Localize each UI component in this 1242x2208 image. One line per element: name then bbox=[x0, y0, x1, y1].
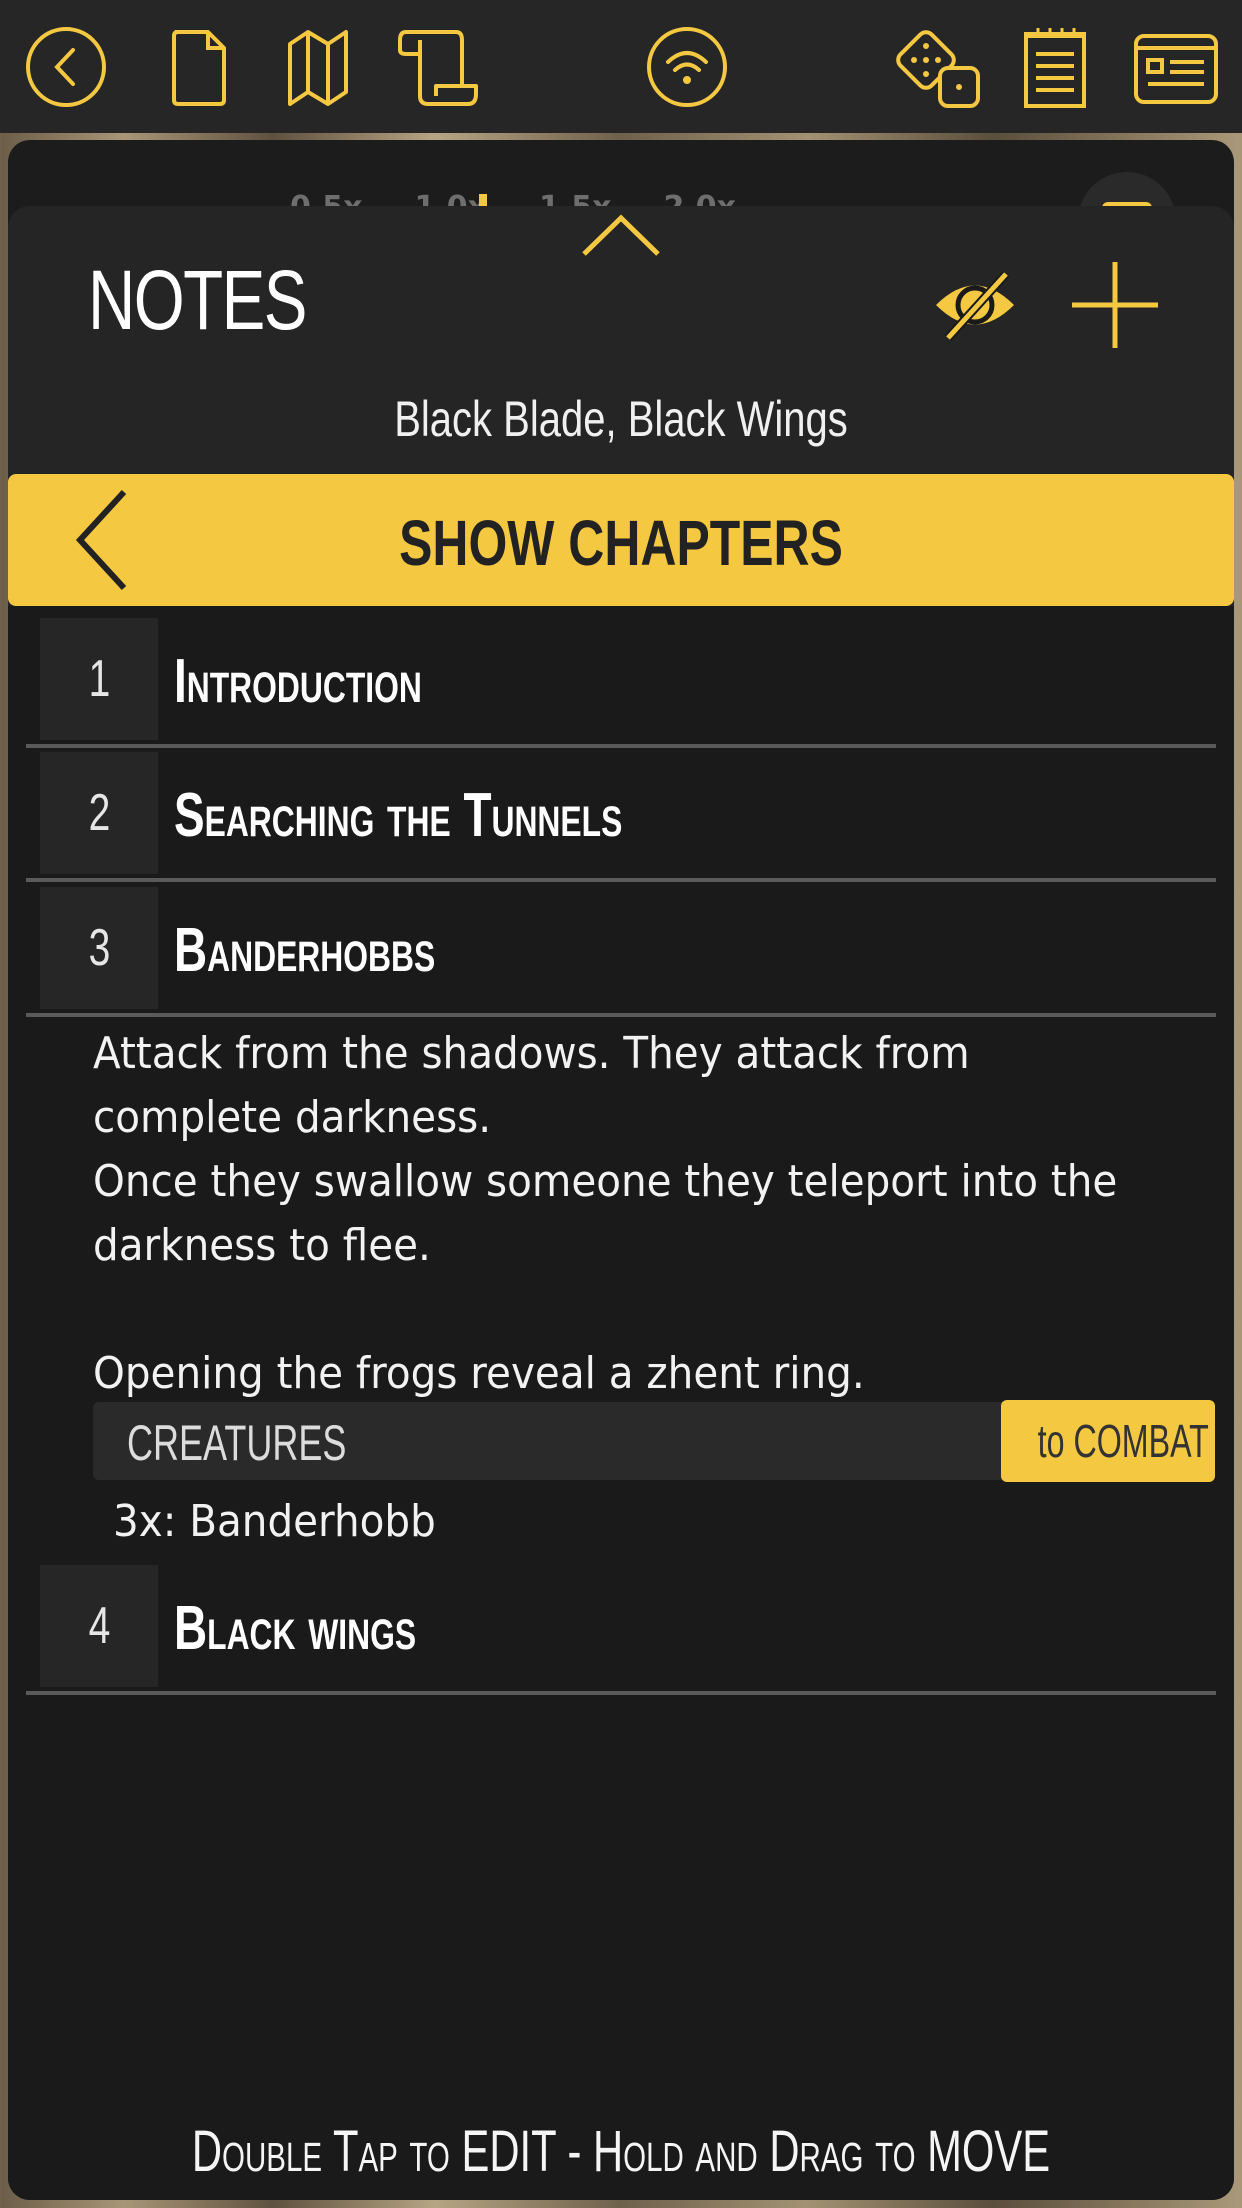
add-note-button[interactable] bbox=[1068, 258, 1162, 352]
chapter-title: Introduction bbox=[174, 647, 422, 716]
chapter-item-expanded[interactable]: 3 Banderhobbs bbox=[26, 887, 1216, 1017]
chapter-number: 4 bbox=[40, 1565, 158, 1687]
chapter-number: 1 bbox=[40, 618, 158, 740]
dice-icon[interactable] bbox=[890, 24, 990, 110]
chapter-title: Searching the Tunnels bbox=[174, 781, 623, 850]
usage-hint: Double Tap to EDIT - Hold and Drag to MO… bbox=[191, 2119, 1051, 2184]
divider bbox=[26, 744, 1216, 748]
chapter-title: Black wings bbox=[174, 1594, 417, 1663]
chevron-up-icon[interactable] bbox=[580, 210, 662, 260]
chapter-title: Banderhobbs bbox=[174, 916, 436, 985]
scroll-icon[interactable] bbox=[396, 24, 482, 110]
back-circle-icon[interactable] bbox=[23, 24, 109, 110]
adventure-title: Black Blade, Black Wings bbox=[394, 391, 848, 447]
notepad-icon[interactable] bbox=[1012, 24, 1098, 110]
show-chapters-button[interactable]: SHOW CHAPTERS bbox=[8, 474, 1234, 606]
show-chapters-label: SHOW CHAPTERS bbox=[399, 507, 843, 579]
chapter-body-text: Attack from the shadows. They attack fro… bbox=[93, 1028, 1118, 1399]
divider bbox=[26, 1691, 1216, 1695]
chapter-item[interactable]: 4 Black wings bbox=[26, 1565, 1216, 1695]
top-toolbar bbox=[0, 0, 1242, 133]
chapter-number: 2 bbox=[40, 752, 158, 874]
hide-eye-icon[interactable] bbox=[930, 258, 1020, 348]
to-combat-button[interactable]: to COMBAT bbox=[1001, 1400, 1215, 1482]
creatures-header: CREATURES to COMBAT bbox=[93, 1400, 1215, 1482]
wifi-icon[interactable] bbox=[644, 24, 730, 110]
divider bbox=[26, 1013, 1216, 1017]
divider bbox=[26, 878, 1216, 882]
chapter-number: 3 bbox=[40, 887, 158, 1009]
notes-title: NOTES bbox=[88, 253, 307, 347]
chapter-item[interactable]: 1 Introduction bbox=[26, 618, 1216, 748]
map-icon[interactable] bbox=[276, 24, 362, 110]
creatures-label: CREATURES bbox=[127, 1415, 347, 1471]
chapter-item[interactable]: 2 Searching the Tunnels bbox=[26, 752, 1216, 882]
chevron-left-icon bbox=[75, 489, 127, 591]
id-card-icon[interactable] bbox=[1130, 24, 1222, 110]
document-icon[interactable] bbox=[156, 24, 242, 110]
plus-icon bbox=[1072, 262, 1158, 348]
creature-list-item: 3x: Banderhobb bbox=[113, 1496, 436, 1547]
